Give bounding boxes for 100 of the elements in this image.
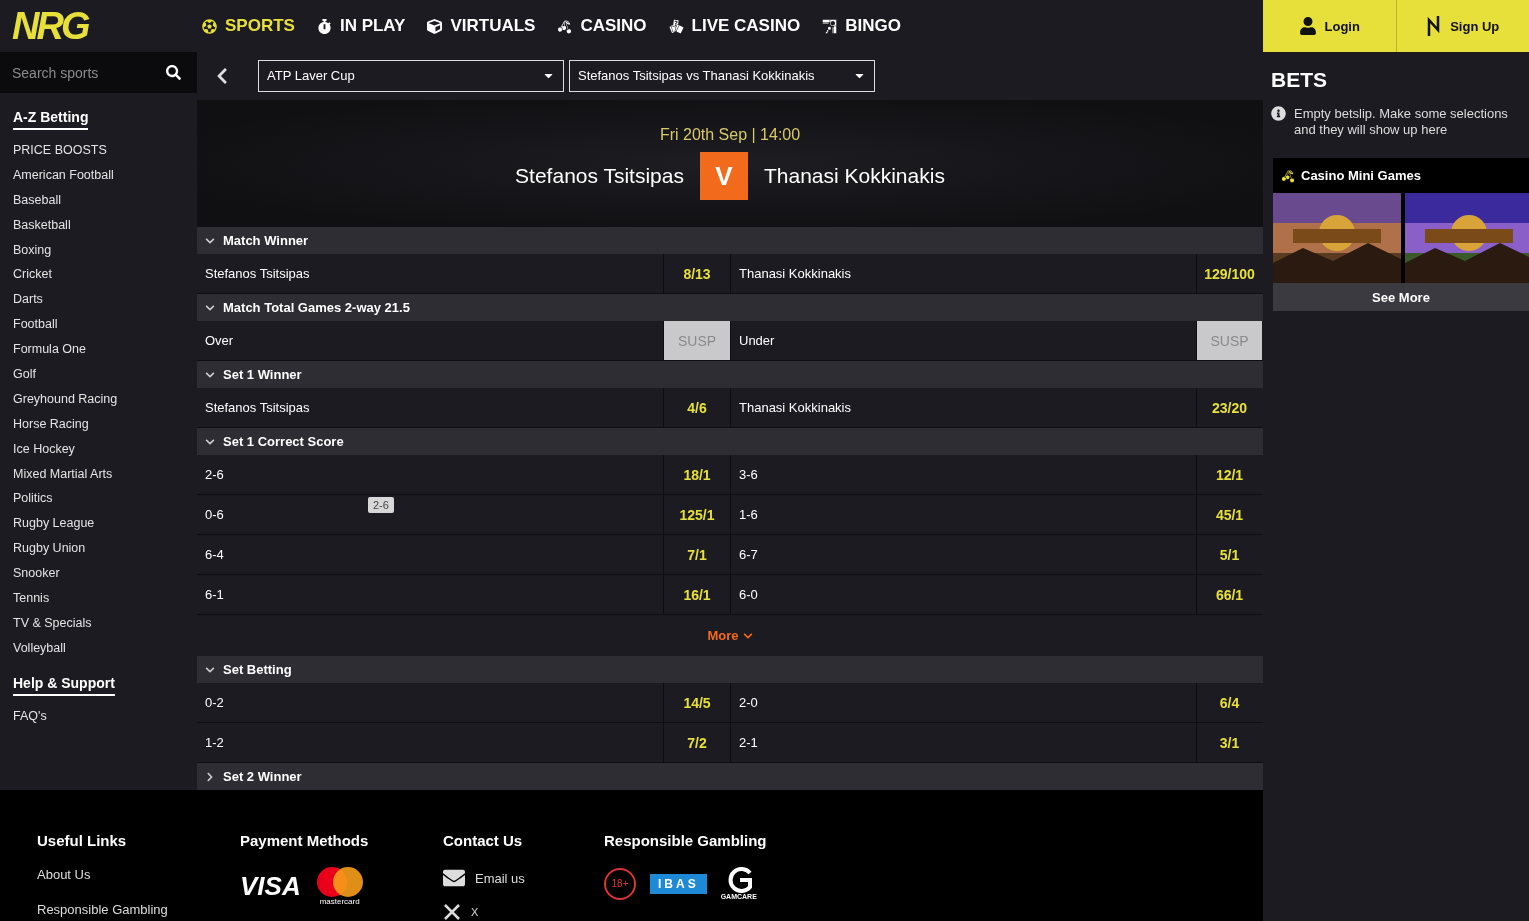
odds-button[interactable]: 16/1 [663, 575, 730, 614]
sidebar-item[interactable]: Cricket [0, 262, 197, 288]
odds-button[interactable]: 66/1 [1196, 575, 1262, 614]
sidebar-item[interactable]: PRICE BOOSTS [0, 138, 197, 163]
selection-name: 6-1 [205, 587, 224, 602]
market-title: Set 1 Correct Score [223, 434, 344, 449]
odds-button[interactable]: 7/1 [663, 535, 730, 574]
contact-link[interactable]: X [471, 906, 479, 918]
event-date: Fri 20th Sep | 14:00 [659, 126, 801, 145]
sidebar-item[interactable]: Boxing [0, 237, 197, 263]
stopwatch-icon [316, 18, 332, 34]
cherry-icon [557, 18, 573, 34]
market-header[interactable]: Match Winner [197, 227, 1263, 254]
odds-button[interactable]: 7/2 [663, 723, 730, 762]
nav-tab[interactable]: CASINO [557, 16, 647, 36]
selection-name: Over [205, 333, 234, 348]
chevron-down-icon [742, 630, 753, 641]
sidebar-item[interactable]: Darts [0, 287, 197, 313]
odds-button[interactable]: 6/4 [1196, 683, 1262, 722]
betslip-title: BETS [1271, 68, 1328, 92]
sidebar-item[interactable]: Politics [0, 486, 197, 512]
selection-name: 1-2 [205, 735, 224, 750]
ibas-logo: IBAS [650, 873, 707, 894]
market-header[interactable]: Match Total Games 2-way 21.5 [197, 294, 1263, 321]
sidebar-item[interactable]: Rugby League [0, 511, 197, 537]
market-header[interactable]: Set 2 Winner [197, 763, 1263, 790]
selection-name: 0-2 [205, 695, 224, 710]
market-header[interactable]: Set 1 Correct Score [197, 428, 1263, 455]
nav-tab[interactable]: BINGO [822, 16, 901, 36]
selection-name: 6-0 [739, 587, 758, 602]
selection-name: Stefanos Tsitsipas [205, 400, 310, 415]
footer-link[interactable]: Responsible Gambling [37, 902, 240, 917]
sidebar-item[interactable]: Volleyball [0, 635, 197, 661]
sidebar-heading[interactable]: Help & Support [13, 674, 115, 696]
sidebar-item[interactable]: Basketball [0, 212, 197, 238]
odds-button[interactable]: 23/20 [1196, 388, 1262, 427]
nav-tab[interactable]: LIVE CASINO [668, 16, 801, 36]
more-link[interactable]: More [197, 615, 1263, 656]
dropdown[interactable]: Stefanos Tsitsipas vs Thanasi Kokkinakis [569, 59, 875, 92]
selection-name: Under [739, 333, 775, 348]
mastercard-logo: mastercard [314, 867, 365, 906]
empty-betslip-message: Empty betslip. Make some selections and they will show up here [1294, 106, 1509, 138]
contact-link[interactable]: Email us [475, 870, 525, 886]
nav-tab[interactable]: IN PLAY [316, 16, 406, 36]
nav-tab[interactable]: VIRTUALS [427, 16, 536, 36]
market-title: Set 1 Winner [223, 367, 302, 382]
odds-button[interactable]: 3/1 [1196, 723, 1262, 762]
odds-button[interactable]: 8/13 [663, 254, 730, 293]
odds-button[interactable]: 12/1 [1196, 455, 1262, 494]
market-title: Set 2 Winner [223, 769, 302, 784]
sidebar-item[interactable]: Formula One [0, 337, 197, 362]
market-header[interactable]: Set Betting [197, 656, 1263, 683]
info-icon [1271, 106, 1286, 121]
sidebar-item[interactable]: Ice Hockey [0, 436, 197, 462]
sidebar-item[interactable]: Snooker [0, 561, 197, 587]
market-title: Match Total Games 2-way 21.5 [223, 300, 410, 315]
sidebar-item[interactable]: FAQ's [0, 703, 197, 729]
market-title: Match Winner [223, 233, 309, 248]
selection-name: 6-7 [739, 547, 758, 562]
card-title: Casino Mini Games [1301, 168, 1421, 183]
sidebar-item[interactable]: Greyhound Racing [0, 386, 197, 412]
selection-name: Thanasi Kokkinakis [739, 266, 851, 281]
team-name: Stefanos Tsitsipas [515, 164, 684, 189]
search-icon[interactable] [166, 65, 181, 80]
sidebar-item[interactable]: Rugby Union [0, 536, 197, 562]
sidebar-item[interactable]: TV & Specials [0, 610, 197, 636]
selection-name: 3-6 [739, 467, 758, 482]
odds-button[interactable]: 4/6 [663, 388, 730, 427]
sidebar-item[interactable]: Football [0, 312, 197, 338]
sidebar-heading[interactable]: A-Z Betting [13, 109, 89, 130]
footer-link[interactable]: About Us [37, 867, 240, 882]
odds-button[interactable]: 129/100 [1196, 254, 1262, 293]
sidebar-item[interactable]: Tennis [0, 586, 197, 611]
odds-button[interactable]: 18/1 [663, 455, 730, 494]
nav-tab[interactable]: SPORTS [202, 16, 295, 36]
sidebar-item[interactable]: Mixed Martial Arts [0, 461, 197, 487]
cube-icon [427, 18, 443, 34]
odds-button[interactable]: 125/1 [663, 495, 730, 534]
sidebar-item[interactable]: Horse Racing [0, 411, 197, 437]
sidebar-item[interactable]: American Football [0, 162, 197, 188]
selection-name: 2-0 [739, 695, 758, 710]
sidebar-item[interactable]: Golf [0, 362, 197, 387]
odds-button[interactable]: 14/5 [663, 683, 730, 722]
odds-button[interactable]: 5/1 [1196, 535, 1262, 574]
odds-button[interactable]: 45/1 [1196, 495, 1262, 534]
age-limit-badge: 18+ [604, 867, 636, 900]
market-header[interactable]: Set 1 Winner [197, 361, 1263, 388]
search-field[interactable]: Search sports [0, 52, 197, 93]
cards-icon [668, 18, 684, 34]
see-more-button[interactable]: See More [1273, 283, 1529, 311]
selection-name: 0-6 [205, 507, 224, 522]
sidebar-item[interactable]: Baseball [0, 187, 197, 213]
dropdown[interactable]: ATP Laver Cup [258, 59, 564, 92]
selection-name: 2-6 [205, 467, 224, 482]
selection-name: 2-1 [739, 735, 758, 750]
market-title: Set Betting [223, 662, 292, 677]
selection-name: Stefanos Tsitsipas [205, 266, 310, 281]
logo[interactable]: NRG [12, 4, 202, 48]
selection-name: 1-6 [739, 507, 758, 522]
user-icon [1298, 17, 1317, 35]
